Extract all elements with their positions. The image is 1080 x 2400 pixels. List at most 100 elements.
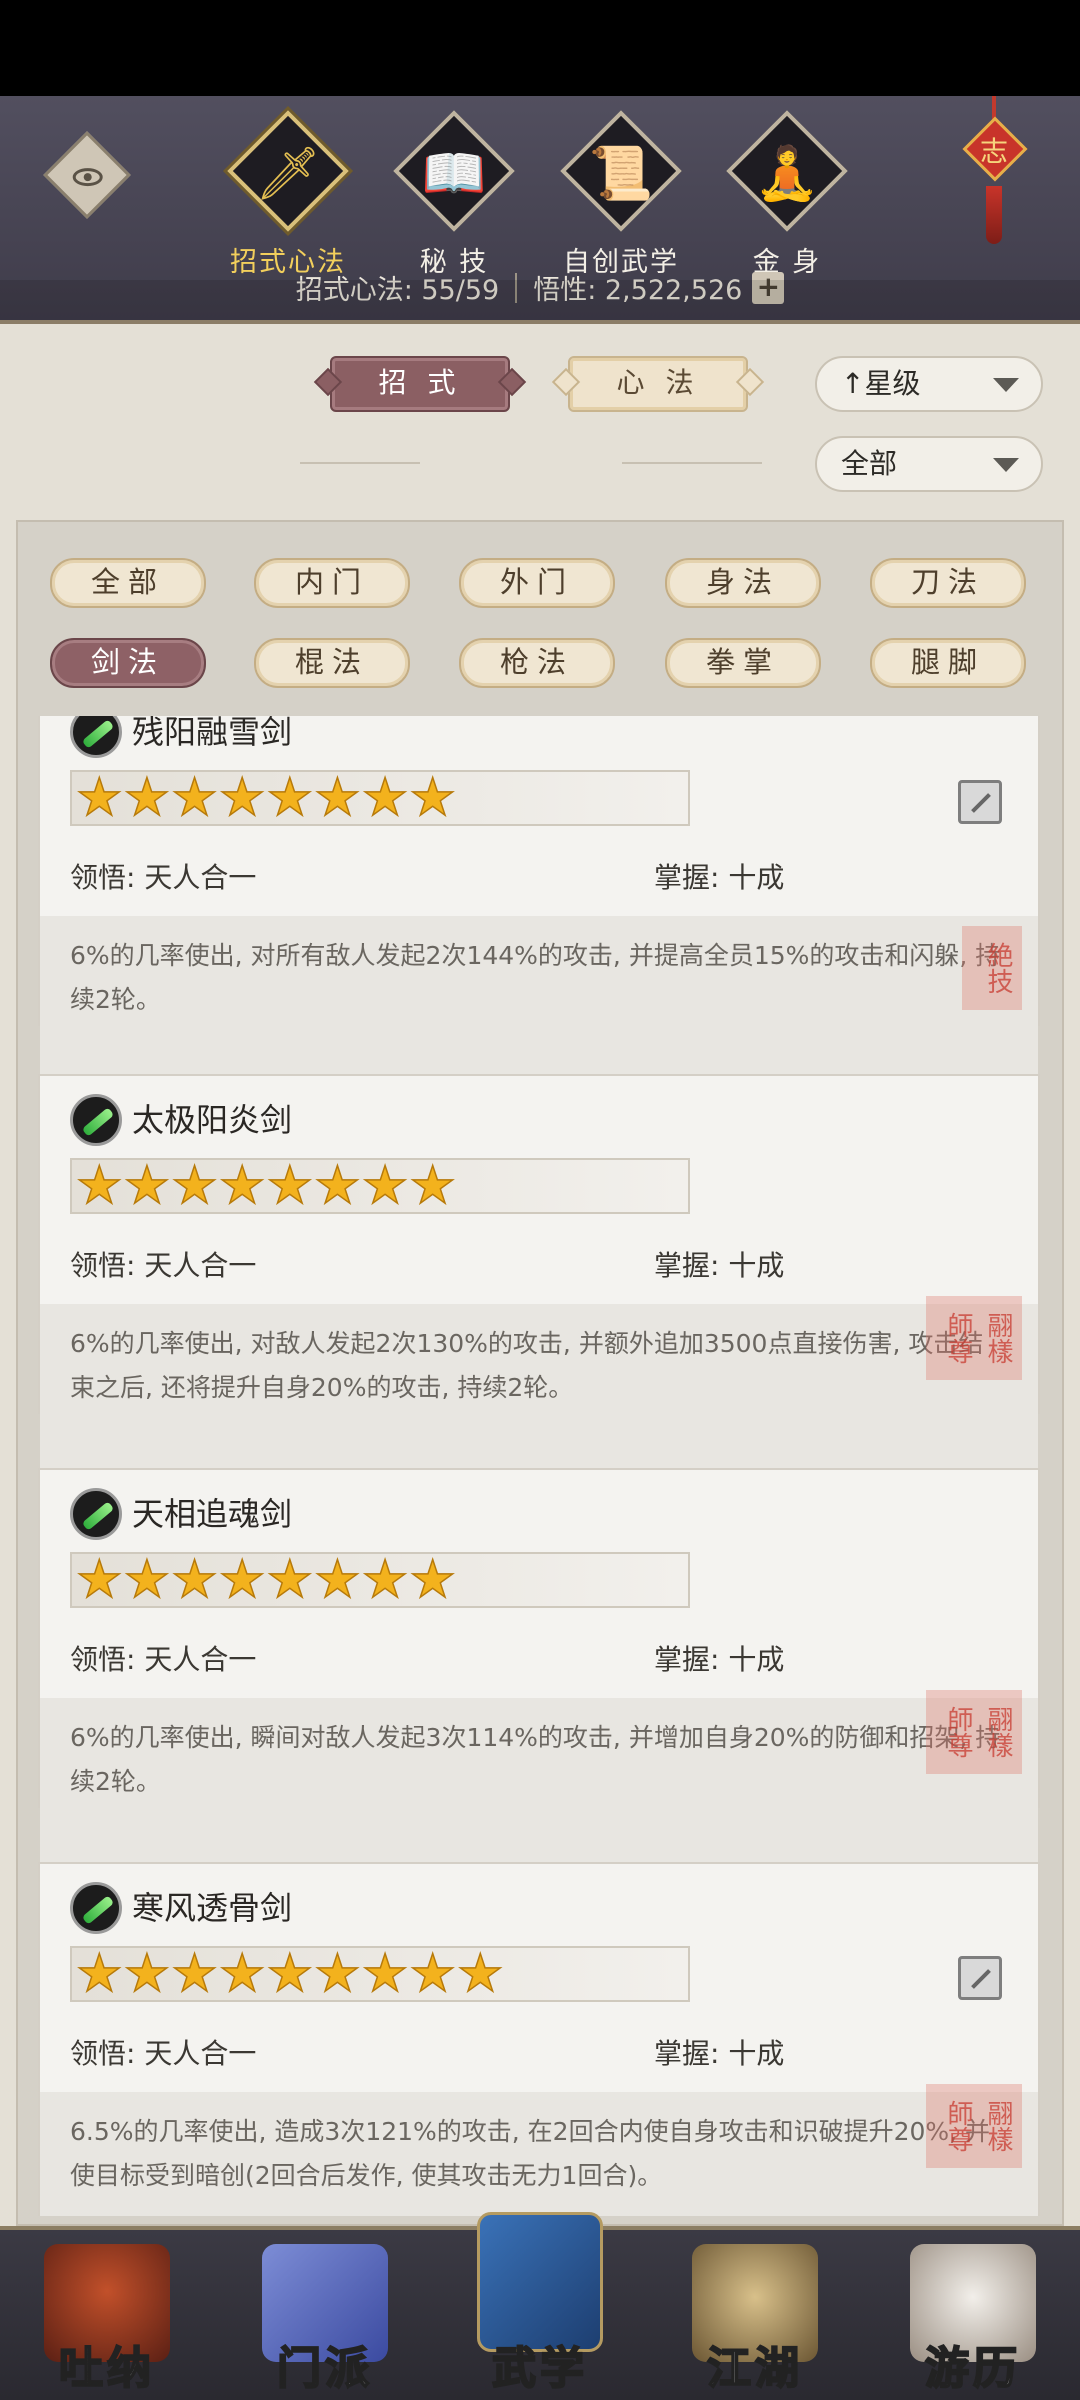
lucky-knot-button[interactable]: 志	[958, 96, 1030, 256]
tab-custom-arts[interactable]: 📜 自创武学	[551, 110, 691, 284]
comprehension-text: 领悟: 天人合一	[70, 2037, 257, 2070]
knot-tassel	[986, 186, 1002, 244]
right-tip	[497, 367, 527, 397]
sword-skill-icon	[70, 1488, 122, 1540]
category-movement[interactable]: 身法	[661, 558, 825, 608]
nav-jianghu[interactable]: 江湖	[670, 2230, 840, 2400]
sword-skill-icon	[70, 716, 122, 758]
nav-sect[interactable]: 门派	[240, 2230, 410, 2400]
category-all[interactable]: 全部	[46, 558, 210, 608]
star-icons: ★★★★★★★★	[75, 1156, 457, 1216]
sword-icon: 🗡	[254, 144, 321, 204]
star-icons: ★★★★★★★★	[75, 1550, 457, 1610]
bottom-nav: 吐纳 门派 武学 江湖 游历	[0, 2212, 1080, 2400]
category-staff[interactable]: 棍法	[250, 638, 414, 688]
skill-name: 寒风透骨剑	[132, 1889, 293, 1927]
skill-card[interactable]: 残阳融雪剑 ★★★★★★★★ 领悟: 天人合一 掌握: 十成 6%的几率使出, …	[38, 716, 1040, 1086]
skill-name: 残阳融雪剑	[132, 716, 293, 751]
left-tip	[313, 367, 343, 397]
category-fist[interactable]: 拳掌	[661, 638, 825, 688]
seal-stamp: 絶技	[962, 926, 1022, 1010]
mode-mind-button[interactable]: 心 法	[551, 356, 765, 412]
nav-breathing[interactable]: 吐纳	[22, 2230, 192, 2400]
category-label: 刀法	[910, 565, 985, 599]
tab-golden-body[interactable]: 🧘 金 身	[717, 110, 857, 284]
category-kick[interactable]: 腿脚	[866, 638, 1030, 688]
category-label: 剑法	[90, 645, 165, 679]
nav-label: 游历	[924, 2342, 1021, 2395]
mastery-text: 掌握: 十成	[654, 861, 785, 894]
chevron-down-icon	[993, 458, 1019, 472]
skill-description: 6.5%的几率使出, 造成3次121%的攻击, 在2回合内使自身攻击和识破提升2…	[40, 2092, 1038, 2216]
category-outer[interactable]: 外门	[455, 558, 619, 608]
divider-right	[622, 462, 762, 464]
skill-list[interactable]: 残阳融雪剑 ★★★★★★★★ 领悟: 天人合一 掌握: 十成 6%的几率使出, …	[38, 716, 1040, 2216]
category-label: 拳掌	[705, 645, 780, 679]
skill-description: 6%的几率使出, 对所有敌人发起2次144%的攻击, 并提高全员15%的攻击和闪…	[40, 916, 1038, 1086]
nav-travel[interactable]: 游历	[888, 2230, 1058, 2400]
category-sword[interactable]: 剑法	[46, 638, 210, 688]
tab-secret-arts[interactable]: 📖 秘 技	[384, 110, 524, 284]
eye-icon	[72, 168, 103, 187]
mastery-text: 掌握: 十成	[654, 2037, 785, 2070]
category-label: 腿脚	[910, 645, 985, 679]
comprehension-text: 领悟: 天人合一	[70, 1249, 257, 1282]
seal-stamp: 翮樣師尊	[926, 1690, 1022, 1774]
nav-label: 武学	[491, 2342, 588, 2395]
star-rating: ★★★★★★★★	[70, 768, 690, 828]
mode-skills-button[interactable]: 招 式	[313, 356, 527, 412]
star-icons: ★★★★★★★★	[75, 768, 457, 828]
chevron-down-icon	[993, 378, 1019, 392]
add-insight-button[interactable]: +	[752, 271, 785, 304]
category-inner[interactable]: 内门	[250, 558, 414, 608]
scroll-icon: 📜	[588, 144, 654, 204]
star-rating: ★★★★★★★★	[70, 1550, 690, 1610]
seal-stamp: 翮樣師尊	[926, 1296, 1022, 1380]
skill-card[interactable]: 太极阳炎剑 ★★★★★★★★ 领悟: 天人合一 掌握: 十成 6%的几率使出, …	[38, 1074, 1040, 1474]
star-rating: ★★★★★★★★★	[70, 1944, 690, 2004]
top-header: 🗡 招式心法 📖 秘 技 📜 自创武学 🧘 金 身 志 招式心法: 55/59 悟…	[0, 96, 1080, 324]
sort-dropdown[interactable]: ↑星级	[815, 356, 1043, 412]
category-label: 棍法	[294, 645, 369, 679]
mastery-text: 掌握: 十成	[654, 1643, 785, 1676]
skill-description: 6%的几率使出, 瞬间对敌人发起3次114%的攻击, 并增加自身20%的防御和招…	[40, 1698, 1038, 1868]
nav-martial-arts[interactable]: 武学	[455, 2212, 625, 2400]
stats-bar: 招式心法: 55/59 悟性: 2,522,526 +	[0, 268, 1080, 307]
skill-name: 天相追魂剑	[132, 1495, 293, 1533]
category-label: 枪法	[499, 645, 574, 679]
category-spear[interactable]: 枪法	[455, 638, 619, 688]
skill-name: 太极阳炎剑	[132, 1101, 293, 1139]
category-blade[interactable]: 刀法	[866, 558, 1030, 608]
sort-value: ↑星级	[841, 367, 921, 400]
comprehension-text: 领悟: 天人合一	[70, 1643, 257, 1676]
eye-toggle-button[interactable]	[43, 131, 131, 219]
left-tip	[551, 367, 581, 397]
rank-badge-icon[interactable]	[958, 1956, 1002, 2000]
status-bar	[0, 0, 1080, 96]
divider-left	[300, 462, 420, 464]
mastery-text: 掌握: 十成	[654, 1249, 785, 1282]
nav-label: 江湖	[706, 2342, 803, 2395]
manual-icon	[477, 2212, 603, 2352]
rank-badge-icon[interactable]	[958, 780, 1002, 824]
scope-value: 全部	[841, 447, 898, 480]
scope-dropdown[interactable]: 全部	[815, 436, 1043, 492]
skill-card[interactable]: 寒风透骨剑 ★★★★★★★★★ 领悟: 天人合一 掌握: 十成 6.5%的几率使…	[38, 1862, 1040, 2216]
skill-card[interactable]: 天相追魂剑 ★★★★★★★★ 领悟: 天人合一 掌握: 十成 6%的几率使出, …	[38, 1468, 1040, 1868]
category-label: 外门	[499, 565, 574, 599]
star-icons: ★★★★★★★★★	[75, 1944, 505, 2004]
sword-skill-icon	[70, 1882, 122, 1934]
tab-skills[interactable]: 🗡 招式心法	[218, 110, 358, 284]
sword-skill-icon	[70, 1094, 122, 1146]
star-rating: ★★★★★★★★	[70, 1156, 690, 1216]
stats-divider	[515, 272, 518, 303]
skills-count: 招式心法: 55/59	[295, 275, 500, 306]
nav-label: 吐纳	[58, 2342, 155, 2395]
seal-stamp: 翮樣師尊	[926, 2084, 1022, 2168]
category-label: 内门	[294, 565, 369, 599]
category-label: 身法	[705, 565, 780, 599]
category-label: 全部	[90, 565, 165, 599]
book-icon: 📖	[421, 144, 487, 204]
comprehension-text: 领悟: 天人合一	[70, 861, 257, 894]
nav-label: 门派	[276, 2342, 373, 2395]
